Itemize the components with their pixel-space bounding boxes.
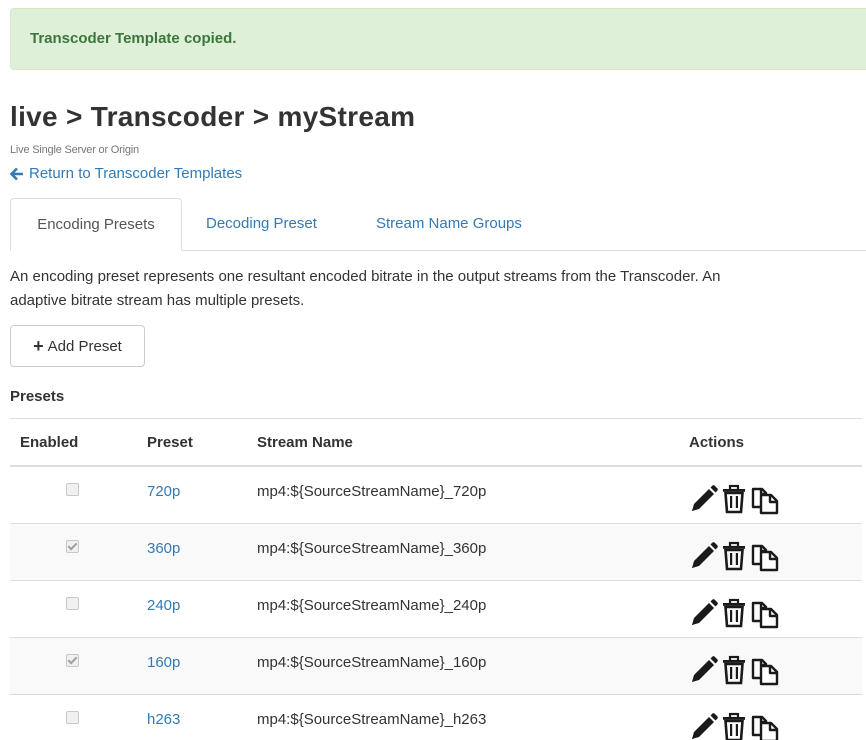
page: Transcoder Template copied. live > Trans…	[0, 0, 866, 740]
stream-name-text: mp4:${SourceStreamName}_240p	[257, 596, 487, 614]
row-actions	[689, 540, 862, 576]
stream-name-text: mp4:${SourceStreamName}_h263	[257, 710, 487, 728]
success-alert: Transcoder Template copied.	[10, 8, 866, 70]
actions-cell	[689, 465, 862, 524]
preset-cell: 360p	[147, 523, 257, 581]
pencil-icon[interactable]	[689, 484, 719, 518]
preset-cell: h263	[147, 694, 257, 740]
stream-name-cell: mp4:${SourceStreamName}_h263	[257, 694, 689, 740]
tab-stream-name-groups[interactable]: Stream Name Groups	[376, 198, 522, 250]
preset-link[interactable]: h263	[147, 711, 180, 728]
tab-encoding-presets[interactable]: Encoding Presets	[10, 198, 182, 251]
pencil-icon[interactable]	[689, 712, 719, 740]
pencil-icon[interactable]	[689, 655, 719, 689]
preset-cell: 720p	[147, 465, 257, 524]
return-to-templates-link[interactable]: Return to Transcoder Templates	[9, 165, 243, 183]
actions-cell	[689, 580, 862, 638]
stream-name-cell: mp4:${SourceStreamName}_160p	[257, 637, 689, 695]
trash-icon[interactable]	[721, 598, 747, 632]
preset-link[interactable]: 720p	[147, 483, 180, 500]
column-header-actions: Actions	[689, 418, 862, 467]
trash-icon[interactable]	[721, 484, 747, 518]
column-header-preset: Preset	[147, 418, 257, 467]
stream-name-cell: mp4:${SourceStreamName}_720p	[257, 465, 689, 524]
arrow-left-icon	[9, 167, 24, 181]
preset-cell: 240p	[147, 580, 257, 638]
presets-heading: Presets	[10, 388, 65, 405]
preset-link[interactable]: 160p	[147, 654, 180, 671]
stream-name-text: mp4:${SourceStreamName}_720p	[257, 482, 487, 500]
tab-decoding-preset[interactable]: Decoding Preset	[206, 198, 317, 250]
table-header-row: Enabled Preset Stream Name Actions	[10, 418, 862, 467]
row-actions	[689, 483, 862, 519]
presets-table: Enabled Preset Stream Name Actions 720p m…	[10, 418, 862, 740]
actions-cell	[689, 694, 862, 740]
table-row: 360p mp4:${SourceStreamName}_360p	[10, 523, 862, 581]
table-row: 720p mp4:${SourceStreamName}_720p	[10, 465, 862, 524]
copy-icon[interactable]	[749, 540, 781, 576]
preset-link[interactable]: 360p	[147, 540, 180, 557]
return-link-label: Return to Transcoder Templates	[29, 165, 243, 182]
tab-bar: Encoding Presets Decoding Preset Stream …	[10, 198, 866, 251]
enabled-checkbox[interactable]	[66, 710, 79, 724]
row-actions	[689, 711, 862, 740]
page-subtitle: Live Single Server or Origin	[10, 144, 139, 156]
preset-cell: 160p	[147, 637, 257, 695]
enabled-checkbox[interactable]	[66, 539, 79, 553]
pencil-icon[interactable]	[689, 541, 719, 575]
copy-icon[interactable]	[749, 597, 781, 633]
column-header-stream-name: Stream Name	[257, 418, 689, 467]
column-header-enabled: Enabled	[10, 418, 147, 467]
page-title: live > Transcoder > myStream	[10, 101, 416, 132]
stream-name-cell: mp4:${SourceStreamName}_360p	[257, 523, 689, 581]
table-row: 240p mp4:${SourceStreamName}_240p	[10, 580, 862, 638]
preset-link[interactable]: 240p	[147, 597, 180, 614]
stream-name-text: mp4:${SourceStreamName}_160p	[257, 653, 487, 671]
enabled-cell	[10, 523, 147, 581]
enabled-cell	[10, 580, 147, 638]
enabled-cell	[10, 694, 147, 740]
add-preset-button[interactable]: + Add Preset	[10, 325, 145, 367]
actions-cell	[689, 637, 862, 695]
row-actions	[689, 597, 862, 633]
copy-icon[interactable]	[749, 654, 781, 690]
trash-icon[interactable]	[721, 655, 747, 689]
encoding-preset-description: An encoding preset represents one result…	[10, 268, 721, 309]
table-row: h263 mp4:${SourceStreamName}_h263	[10, 694, 862, 740]
enabled-cell	[10, 637, 147, 695]
enabled-cell	[10, 465, 147, 524]
trash-icon[interactable]	[721, 712, 747, 740]
add-preset-label: Add Preset	[47, 337, 122, 355]
row-actions	[689, 654, 862, 690]
enabled-checkbox[interactable]	[66, 482, 79, 496]
plus-icon: +	[33, 336, 44, 356]
enabled-checkbox[interactable]	[66, 653, 79, 667]
copy-icon[interactable]	[749, 711, 781, 740]
stream-name-cell: mp4:${SourceStreamName}_240p	[257, 580, 689, 638]
pencil-icon[interactable]	[689, 598, 719, 632]
actions-cell	[689, 523, 862, 581]
table-row: 160p mp4:${SourceStreamName}_160p	[10, 637, 862, 695]
enabled-checkbox[interactable]	[66, 596, 79, 610]
stream-name-text: mp4:${SourceStreamName}_360p	[257, 539, 487, 557]
trash-icon[interactable]	[721, 541, 747, 575]
alert-message: Transcoder Template copied.	[30, 30, 237, 47]
copy-icon[interactable]	[749, 483, 781, 519]
